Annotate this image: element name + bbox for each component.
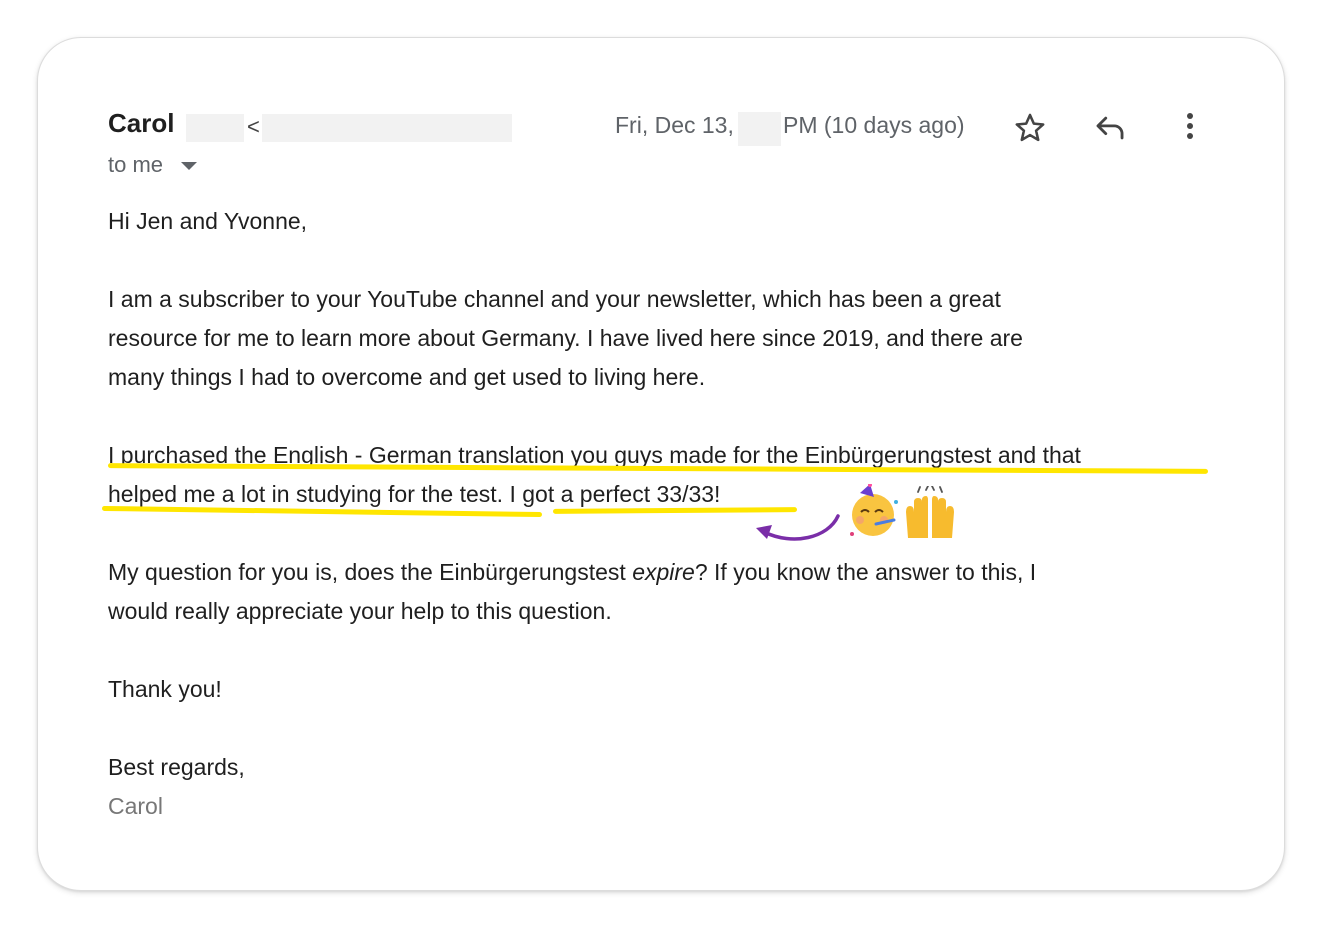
redacted-email-address	[262, 114, 512, 142]
greeting: Hi Jen and Yvonne,	[108, 208, 308, 234]
sender-email-bracket: <	[247, 114, 260, 139]
sender-name[interactable]: Carol	[108, 108, 174, 139]
paragraph-3-line-1: My question for you is, does the Einbürg…	[108, 557, 1036, 587]
paragraph-3-text-after: ? If you know the answer to this, I	[694, 559, 1037, 585]
star-icon[interactable]	[1013, 111, 1047, 145]
paragraph-1-line-2: resource for me to learn more about Germ…	[108, 325, 1023, 351]
raising-hands-emoji	[906, 486, 954, 538]
curved-arrow-annotation	[756, 514, 840, 541]
date-prefix: Fri, Dec 13,	[615, 112, 734, 138]
redacted-time	[738, 112, 781, 146]
more-vertical-icon[interactable]	[1176, 110, 1204, 144]
reply-icon[interactable]	[1093, 111, 1127, 145]
paragraph-1-line-3: many things I had to overcome and get us…	[108, 364, 706, 390]
caret-down-icon[interactable]	[181, 162, 197, 170]
paragraph-3-italic-word: expire	[632, 559, 695, 585]
redacted-surname	[186, 114, 244, 142]
paragraph-1-line-1: I am a subscriber to your YouTube channe…	[108, 286, 1001, 312]
paragraph-3-line-2: would really appreciate your help to thi…	[108, 598, 612, 624]
paragraph-3-text-before: My question for you is, does the Einbürg…	[108, 559, 633, 585]
paragraph-2-line-2: helped me a lot in studying for the test…	[108, 481, 721, 507]
partying-face-emoji	[850, 484, 898, 536]
thanks-line: Thank you!	[108, 676, 222, 702]
date-suffix: PM (10 days ago)	[783, 112, 965, 138]
recipient-label[interactable]: to me	[108, 152, 163, 178]
closing-line: Best regards,	[108, 754, 245, 780]
signature: Carol	[108, 793, 163, 819]
